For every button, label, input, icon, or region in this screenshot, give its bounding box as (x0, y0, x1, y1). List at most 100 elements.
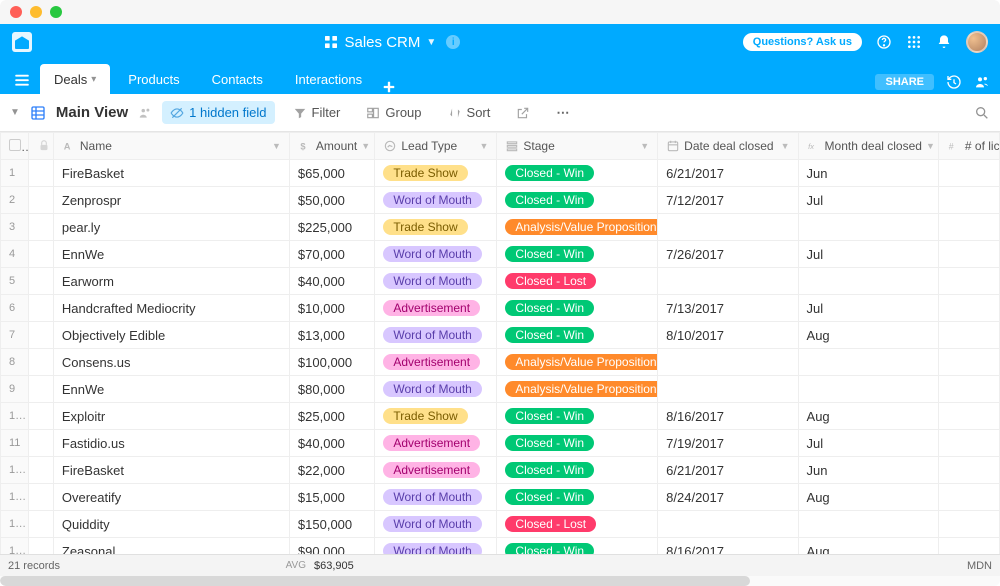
cell-date-closed[interactable]: 8/16/2017 (658, 538, 798, 555)
cell-name[interactable]: FireBasket (53, 457, 289, 484)
collapse-views-icon[interactable]: ▼ (10, 107, 20, 118)
info-icon[interactable]: i (446, 35, 460, 49)
cell-date-closed[interactable] (658, 214, 798, 241)
cell-lead-type[interactable]: Word of Mouth (375, 484, 497, 511)
chevron-down-icon[interactable]: ▼ (361, 141, 370, 151)
row-number[interactable]: 10 (1, 403, 29, 430)
cell-month-closed[interactable]: Jul (798, 295, 938, 322)
user-avatar[interactable] (966, 31, 988, 53)
cell-lead-type[interactable]: Word of Mouth (375, 538, 497, 555)
expand-cell[interactable] (29, 538, 53, 555)
row-number[interactable]: 13 (1, 484, 29, 511)
cell-licenses[interactable] (938, 376, 999, 403)
cell-date-closed[interactable]: 6/21/2017 (658, 160, 798, 187)
cell-month-closed[interactable] (798, 511, 938, 538)
cell-date-closed[interactable]: 7/12/2017 (658, 187, 798, 214)
cell-month-closed[interactable] (798, 214, 938, 241)
filter-button[interactable]: Filter (285, 101, 349, 124)
cell-stage[interactable]: Analysis/Value Proposition (497, 376, 658, 403)
expand-cell[interactable] (29, 376, 53, 403)
expand-cell[interactable] (29, 241, 53, 268)
cell-stage[interactable]: Closed - Lost (497, 268, 658, 295)
chevron-down-icon[interactable]: ▼ (781, 141, 790, 151)
cell-date-closed[interactable] (658, 268, 798, 295)
view-name[interactable]: Main View (56, 104, 128, 121)
cell-stage[interactable]: Closed - Win (497, 484, 658, 511)
row-number[interactable]: 3 (1, 214, 29, 241)
table-row[interactable]: 1FireBasket$65,000Trade ShowClosed - Win… (1, 160, 1000, 187)
cell-lead-type[interactable]: Trade Show (375, 403, 497, 430)
cell-amount[interactable]: $15,000 (289, 484, 374, 511)
cell-month-closed[interactable] (798, 376, 938, 403)
cell-lead-type[interactable]: Word of Mouth (375, 268, 497, 295)
cell-licenses[interactable] (938, 295, 999, 322)
table-row[interactable]: 6Handcrafted Mediocrity$10,000Advertisem… (1, 295, 1000, 322)
cell-month-closed[interactable]: Jun (798, 160, 938, 187)
cell-stage[interactable]: Analysis/Value Proposition (497, 214, 658, 241)
cell-stage[interactable]: Closed - Win (497, 160, 658, 187)
column-header-name[interactable]: AName▼ (53, 133, 289, 160)
cell-amount[interactable]: $10,000 (289, 295, 374, 322)
cell-date-closed[interactable]: 8/16/2017 (658, 403, 798, 430)
cell-date-closed[interactable]: 7/26/2017 (658, 241, 798, 268)
expand-cell[interactable] (29, 511, 53, 538)
cell-month-closed[interactable]: Jul (798, 187, 938, 214)
tab-interactions[interactable]: Interactions (281, 64, 376, 94)
share-button[interactable]: SHARE (875, 74, 934, 90)
cell-licenses[interactable] (938, 457, 999, 484)
cell-amount[interactable]: $22,000 (289, 457, 374, 484)
cell-month-closed[interactable]: Aug (798, 538, 938, 555)
table-row[interactable]: 10Exploitr$25,000Trade ShowClosed - Win8… (1, 403, 1000, 430)
cell-amount[interactable]: $65,000 (289, 160, 374, 187)
expand-cell[interactable] (29, 160, 53, 187)
table-row[interactable]: 15Zeasonal$90,000Word of MouthClosed - W… (1, 538, 1000, 555)
cell-amount[interactable]: $90,000 (289, 538, 374, 555)
row-number[interactable]: 2 (1, 187, 29, 214)
select-all-header[interactable] (1, 133, 29, 160)
cell-name[interactable]: Consens.us (53, 349, 289, 376)
cell-amount[interactable]: $150,000 (289, 511, 374, 538)
cell-licenses[interactable] (938, 268, 999, 295)
row-number[interactable]: 9 (1, 376, 29, 403)
cell-name[interactable]: Handcrafted Mediocrity (53, 295, 289, 322)
cell-lead-type[interactable]: Word of Mouth (375, 241, 497, 268)
cell-date-closed[interactable] (658, 376, 798, 403)
cell-date-closed[interactable]: 6/21/2017 (658, 457, 798, 484)
cell-licenses[interactable] (938, 160, 999, 187)
cell-amount[interactable]: $40,000 (289, 430, 374, 457)
notifications-icon[interactable] (936, 34, 952, 50)
column-header-date[interactable]: Date deal closed▼ (658, 133, 798, 160)
expand-cell[interactable] (29, 403, 53, 430)
table-row[interactable]: 5Earworm$40,000Word of MouthClosed - Los… (1, 268, 1000, 295)
cell-name[interactable]: Fastidio.us (53, 430, 289, 457)
expand-cell[interactable] (29, 322, 53, 349)
tab-deals[interactable]: Deals▾ (40, 64, 110, 94)
cell-licenses[interactable] (938, 349, 999, 376)
expand-cell[interactable] (29, 295, 53, 322)
horizontal-scrollbar[interactable] (0, 576, 1000, 586)
sort-button[interactable]: Sort (440, 101, 499, 124)
maximize-window-icon[interactable] (50, 6, 62, 18)
cell-name[interactable]: Quiddity (53, 511, 289, 538)
cell-lead-type[interactable]: Trade Show (375, 160, 497, 187)
cell-name[interactable]: Zeasonal (53, 538, 289, 555)
cell-stage[interactable]: Closed - Win (497, 241, 658, 268)
cell-name[interactable]: Overeatify (53, 484, 289, 511)
cell-lead-type[interactable]: Word of Mouth (375, 511, 497, 538)
menu-icon[interactable] (10, 66, 34, 94)
column-header-amount[interactable]: $Amount▼ (289, 133, 374, 160)
cell-amount[interactable]: $80,000 (289, 376, 374, 403)
more-options-button[interactable]: ⋯ (548, 101, 579, 125)
cell-name[interactable]: Earworm (53, 268, 289, 295)
cell-stage[interactable]: Closed - Lost (497, 511, 658, 538)
app-logo-icon[interactable] (12, 32, 32, 52)
cell-stage[interactable]: Closed - Win (497, 187, 658, 214)
apps-grid-icon[interactable] (906, 34, 922, 50)
cell-stage[interactable]: Closed - Win (497, 457, 658, 484)
row-number[interactable]: 14 (1, 511, 29, 538)
cell-date-closed[interactable]: 8/24/2017 (658, 484, 798, 511)
table-row[interactable]: 13 Overeatify$15,000Word of MouthClosed -… (1, 484, 1000, 511)
column-header-licenses[interactable]: ## of licens (938, 133, 999, 160)
cell-lead-type[interactable]: Word of Mouth (375, 376, 497, 403)
cell-month-closed[interactable] (798, 268, 938, 295)
